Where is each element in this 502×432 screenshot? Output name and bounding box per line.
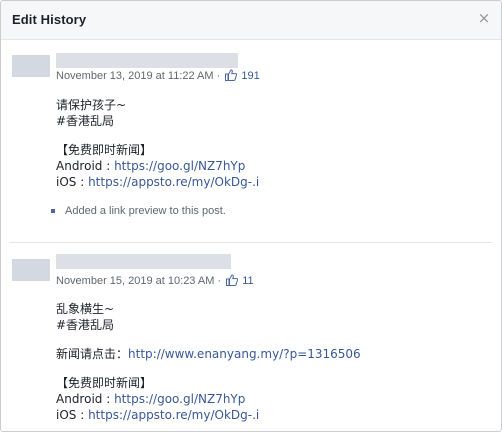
android-line: Android : https://goo.gl/NZ7hYp: [56, 391, 245, 407]
post-text-line: 请保护孩子~: [56, 98, 127, 112]
edit-note-text: Added a link preview to this post.: [65, 205, 226, 217]
avatar: [12, 259, 50, 281]
post-promo: 【免费即时新闻】: [56, 376, 153, 390]
close-icon[interactable]: ×: [477, 10, 491, 26]
edit-history-dialog: Edit History × November 13, 2019 at 11:2…: [0, 0, 502, 432]
android-line: Android : https://goo.gl/NZ7hYp: [56, 158, 245, 174]
dialog-title: Edit History: [12, 12, 87, 27]
news-link[interactable]: http://www.enanyang.my/?p=1316506: [128, 347, 361, 361]
ios-link[interactable]: https://appsto.re/my/OkDg-.i: [88, 408, 259, 422]
ios-line: iOS : https://appsto.re/my/OkDg-.i: [56, 174, 259, 190]
post-text-line: 乱象横生~: [56, 302, 115, 316]
news-line: 新闻请点击：http://www.enanyang.my/?p=1316506: [56, 346, 361, 362]
ios-link[interactable]: https://appsto.re/my/OkDg-.i: [88, 175, 259, 189]
entry-timestamp[interactable]: November 13, 2019 at 11:22 AM: [56, 70, 214, 82]
like-count[interactable]: 191: [241, 70, 259, 82]
entry-divider: [9, 242, 492, 243]
entry-timestamp[interactable]: November 15, 2019 at 10:23 AM: [56, 275, 214, 287]
ios-label: iOS :: [56, 408, 89, 422]
post-hashtag[interactable]: #香港乱局: [56, 113, 114, 129]
avatar: [12, 55, 50, 77]
like-icon: [226, 274, 239, 286]
entry-meta: November 13, 2019 at 11:22 AM · 191: [56, 69, 260, 82]
like-icon: [225, 69, 238, 81]
redacted-author-name: [56, 254, 231, 269]
android-link[interactable]: https://goo.gl/NZ7hYp: [114, 159, 245, 173]
meta-separator: ·: [216, 70, 221, 82]
bullet-icon: [51, 209, 55, 213]
android-label: Android :: [56, 392, 115, 406]
edit-note: Added a link preview to this post.: [51, 205, 226, 217]
like-count[interactable]: 11: [242, 275, 253, 287]
news-label: 新闻请点击：: [56, 347, 129, 361]
ios-line: iOS : https://appsto.re/my/OkDg-.i: [56, 407, 259, 423]
android-link[interactable]: https://goo.gl/NZ7hYp: [114, 392, 245, 406]
meta-separator: ·: [217, 275, 222, 287]
ios-label: iOS :: [56, 175, 89, 189]
redacted-author-name: [56, 53, 238, 68]
post-hashtag[interactable]: #香港乱局: [56, 317, 114, 333]
entry-meta: November 15, 2019 at 10:23 AM · 11: [56, 274, 254, 287]
android-label: Android :: [56, 159, 115, 173]
post-promo: 【免费即时新闻】: [56, 143, 153, 157]
dialog-header: Edit History ×: [1, 1, 501, 40]
